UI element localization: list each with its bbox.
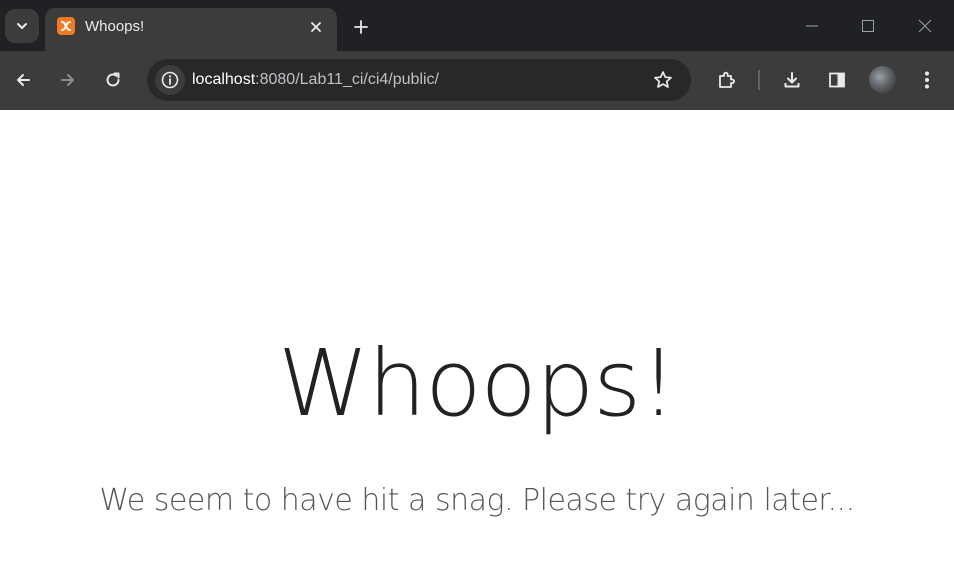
reload-icon bbox=[106, 72, 120, 87]
maximize-button[interactable] bbox=[850, 8, 886, 44]
download-icon bbox=[784, 72, 800, 88]
chevron-down-icon bbox=[17, 23, 27, 29]
new-tab-button[interactable] bbox=[346, 12, 376, 42]
url-text[interactable]: localhost:8080/Lab11_ci/ci4/public/ bbox=[192, 71, 439, 89]
close-icon bbox=[311, 22, 321, 32]
forward-button[interactable] bbox=[51, 63, 85, 97]
site-info-button[interactable] bbox=[155, 65, 185, 95]
plus-icon bbox=[354, 20, 368, 34]
maximize-icon bbox=[862, 20, 874, 32]
tab-strip: Whoops! bbox=[0, 0, 954, 51]
puzzle-icon bbox=[719, 71, 735, 88]
url-path: :8080/Lab11_ci/ci4/public/ bbox=[255, 71, 439, 88]
minimize-icon bbox=[806, 25, 818, 27]
star-icon bbox=[654, 71, 672, 88]
info-icon bbox=[161, 71, 179, 89]
tab-title: Whoops! bbox=[85, 18, 145, 35]
close-icon bbox=[918, 19, 932, 33]
arrow-left-icon bbox=[17, 74, 30, 86]
profile-avatar[interactable] bbox=[869, 66, 896, 93]
url-host: localhost bbox=[192, 71, 256, 88]
browser-toolbar: localhost:8080/Lab11_ci/ci4/public/ bbox=[0, 51, 954, 110]
back-button[interactable] bbox=[6, 63, 40, 97]
address-bar[interactable]: localhost:8080/Lab11_ci/ci4/public/ bbox=[147, 59, 691, 101]
xampp-icon bbox=[57, 17, 75, 35]
side-panel-button[interactable] bbox=[820, 63, 854, 97]
minimize-button[interactable] bbox=[794, 8, 830, 44]
menu-button[interactable] bbox=[910, 63, 944, 97]
extensions-button[interactable] bbox=[709, 63, 743, 97]
arrow-right-icon bbox=[61, 74, 74, 86]
more-vertical-icon bbox=[925, 71, 929, 89]
tab-search-button[interactable] bbox=[5, 9, 39, 43]
active-tab[interactable]: Whoops! bbox=[45, 8, 337, 51]
error-headline: Whoops! bbox=[277, 330, 677, 437]
reload-button[interactable] bbox=[96, 63, 130, 97]
page-content: Whoops! We seem to have hit a snag. Plea… bbox=[0, 110, 954, 583]
error-message: We seem to have hit a snag. Please try a… bbox=[99, 483, 855, 518]
side-panel-icon bbox=[829, 72, 845, 88]
tab-close-button[interactable] bbox=[305, 16, 327, 38]
downloads-button[interactable] bbox=[775, 63, 809, 97]
window-close-button[interactable] bbox=[907, 8, 943, 44]
bookmark-button[interactable] bbox=[649, 66, 677, 94]
toolbar-separator bbox=[758, 70, 760, 90]
